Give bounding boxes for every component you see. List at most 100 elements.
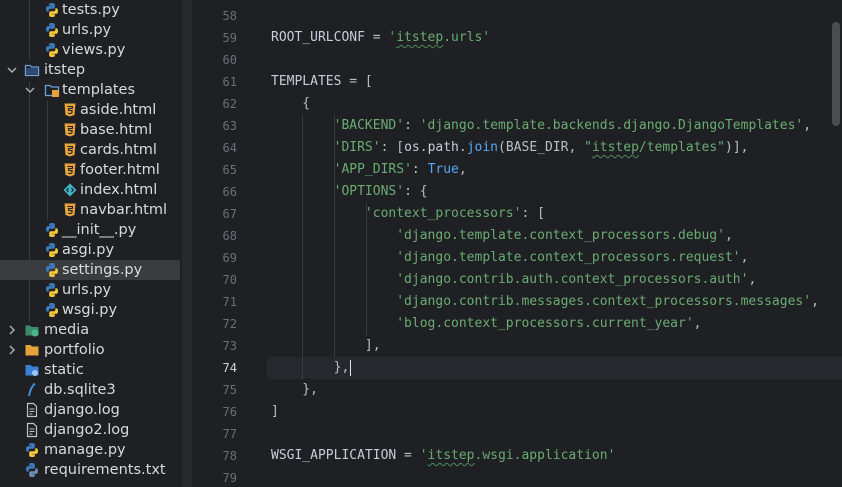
tree-item-manage-py[interactable]: manage.py (0, 440, 180, 460)
line-number: 60 (222, 53, 237, 67)
python-icon (46, 23, 58, 37)
tree-item-label: navbar.html (80, 202, 168, 218)
tree-item-label: settings.py (62, 262, 143, 278)
python-icon (46, 3, 58, 17)
tree-item-templates-folder[interactable]: templates (0, 80, 180, 100)
python-icon (46, 263, 58, 277)
tree-item-db-sqlite3[interactable]: db.sqlite3 (0, 380, 180, 400)
folder-icon (24, 64, 40, 77)
code-token: /templates" (638, 140, 725, 155)
code-token: }, (271, 360, 350, 375)
tree-item-index-html[interactable]: index.html (0, 180, 180, 200)
line-number: 59 (222, 31, 237, 45)
code-token: True (427, 162, 459, 177)
chevron-right-icon[interactable] (6, 340, 18, 360)
html5-icon (64, 103, 76, 117)
code-token: os (404, 140, 420, 155)
log-file-icon (26, 422, 38, 438)
code-token: TEMPLATES (271, 74, 342, 89)
line-number: 75 (222, 383, 237, 397)
tree-item-django2-log[interactable]: django2.log (0, 420, 180, 440)
tree-item-media-folder[interactable]: media (0, 320, 180, 340)
tree-item-asgi-py[interactable]: asgi.py (0, 240, 180, 260)
tree-item-settings-py[interactable]: settings.py (0, 260, 180, 280)
tree-item-tests-py[interactable]: tests.py (0, 0, 180, 20)
tree-item-label: footer.html (80, 162, 160, 178)
code-line: ROOT_URLCONF = 'itstep.urls' (271, 27, 490, 49)
line-number: 62 (222, 97, 237, 111)
python-icon (46, 223, 58, 237)
tree-item-label: static (44, 362, 84, 378)
line-number: 78 (222, 449, 237, 463)
tree-item-label: urls.py (62, 22, 112, 38)
tree-item-footer-html[interactable]: footer.html (0, 160, 180, 180)
line-number: 79 (222, 471, 237, 485)
line-number: 64 (222, 141, 237, 155)
tree-item-label: portfolio (44, 342, 105, 358)
code-token: path (427, 140, 459, 155)
html5-icon (64, 203, 76, 217)
tree-item-label: aside.html (80, 102, 157, 118)
line-number: 76 (222, 405, 237, 419)
text-cursor (350, 359, 352, 376)
code-line: 'context_processors': [ (271, 203, 545, 225)
code-token: . (458, 140, 467, 155)
code-token: WSGI_APPLICATION (271, 448, 397, 463)
html5-icon (64, 163, 76, 177)
tree-item-wsgi-py[interactable]: wsgi.py (0, 300, 180, 320)
tree-item-portfolio-folder[interactable]: portfolio (0, 340, 180, 360)
tree-item-navbar-html[interactable]: navbar.html (0, 200, 180, 220)
code-token: ' (419, 448, 428, 463)
code-line: 'django.template.context_processors.requ… (271, 247, 748, 269)
tree-item-aside-html[interactable]: aside.html (0, 100, 180, 120)
python-icon (46, 43, 58, 57)
tree-item-cards-html[interactable]: cards.html (0, 140, 180, 160)
tree-item-django-log[interactable]: django.log (0, 400, 180, 420)
code-line: 'BACKEND': 'django.template.backends.dja… (271, 115, 811, 137)
html-angular-icon (63, 183, 77, 197)
code-line: 'APP_DIRS': True, (271, 159, 467, 181)
tree-item-base-html[interactable]: base.html (0, 120, 180, 140)
code-line: 'django.contrib.auth.context_processors.… (271, 269, 756, 291)
tree-item-requirements-txt[interactable]: requirements.txt (0, 460, 180, 480)
tree-item-label: templates (62, 82, 136, 98)
tree-item-views-py[interactable]: views.py (0, 40, 180, 60)
code-token: }, (271, 382, 318, 397)
tree-item-label: views.py (62, 42, 126, 58)
code-token: join (466, 140, 499, 155)
code-token: 'OPTIONS' (333, 184, 405, 199)
vertical-scrollbar[interactable] (832, 22, 840, 126)
code-token: 'BACKEND' (333, 118, 405, 133)
code-token: 'DIRS' (333, 140, 381, 155)
tree-item-urls-py-2[interactable]: urls.py (0, 280, 180, 300)
html5-icon (64, 123, 76, 137)
project-tree: tests.py urls.py views.py itstep templat… (0, 0, 182, 487)
chevron-down-icon[interactable] (24, 80, 36, 100)
code-token: ] (271, 404, 279, 419)
tree-item-urls-py[interactable]: urls.py (0, 20, 180, 40)
code-token: itstep (591, 140, 639, 155)
tree-item-label: base.html (80, 122, 153, 138)
code-token: itstep (427, 448, 475, 463)
tree-item-itstep-folder[interactable]: itstep (0, 60, 180, 80)
code-editor[interactable]: 58 59 ROOT_URLCONF = 'itstep.urls' 60 61 TEMP… (192, 0, 842, 487)
code-line: 'OPTIONS': { (271, 181, 428, 203)
tree-item-static-folder[interactable]: static (0, 360, 180, 380)
tree-item-label: db.sqlite3 (44, 382, 116, 398)
line-number: 67 (222, 207, 237, 221)
panel-splitter[interactable] (182, 0, 192, 487)
tree-item-init-py[interactable]: __init__.py (0, 220, 180, 240)
python-icon (46, 303, 58, 317)
template-folder-icon (44, 84, 60, 97)
line-number: 69 (222, 251, 237, 265)
code-line: WSGI_APPLICATION = 'itstep.wsgi.applicat… (271, 445, 615, 467)
python-icon (46, 243, 58, 257)
chevron-right-icon[interactable] (6, 320, 18, 340)
tree-item-label: __init__.py (62, 222, 137, 238)
chevron-down-icon[interactable] (6, 60, 18, 80)
code-token: . (419, 140, 428, 155)
